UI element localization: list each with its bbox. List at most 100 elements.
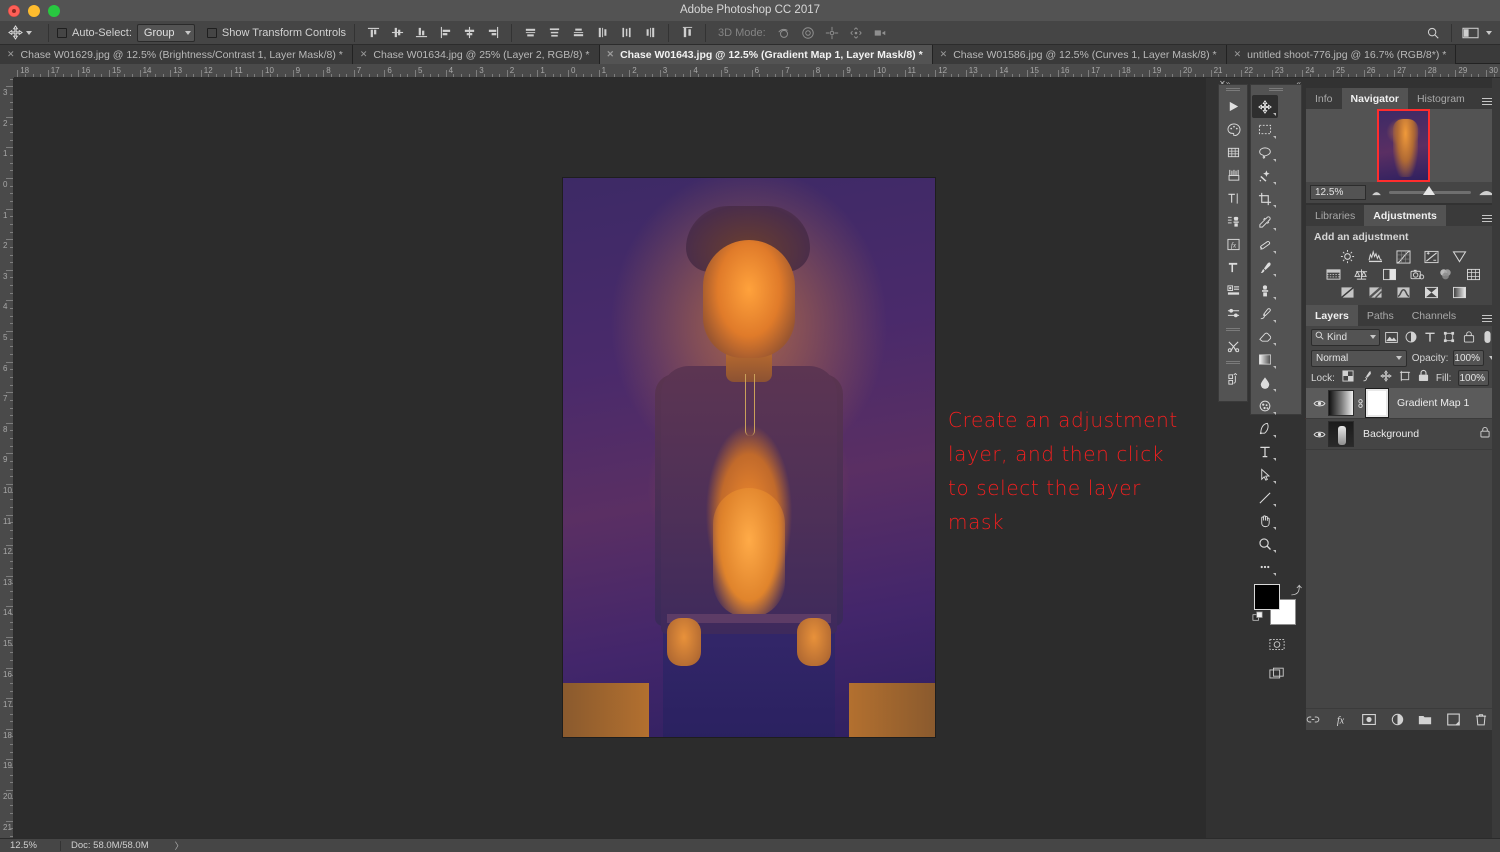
roll-3d-icon[interactable] [798,23,818,43]
channel-mixer-icon[interactable] [1437,267,1454,282]
layer-style-fx-icon[interactable]: fx [1334,713,1348,727]
layer-filter-kind-dropdown[interactable]: Kind [1311,329,1380,346]
document-tab-active[interactable]: ✕ Chase W01643.jpg @ 12.5% (Gradient Map… [600,45,933,64]
tab-navigator[interactable]: Navigator [1342,88,1408,109]
gradient-tool-icon[interactable] [1252,348,1278,371]
filter-adjustment-icon[interactable] [1404,330,1418,345]
layer-name[interactable]: Gradient Map 1 [1397,397,1469,409]
layer-thumbnail[interactable] [1328,421,1354,447]
tab-libraries[interactable]: Libraries [1306,205,1364,226]
palette-icon[interactable] [1221,118,1247,141]
quick-mask-icon[interactable] [1264,633,1290,656]
threshold-icon[interactable] [1395,285,1412,300]
layer-row-gradient-map[interactable]: Gradient Map 1 [1306,388,1500,419]
clone-stamp-icon[interactable] [1252,279,1278,302]
filter-smart-object-icon[interactable] [1462,330,1476,345]
color-swatches[interactable]: ⤴ [1252,584,1300,628]
layer-visibility-icon[interactable] [1310,399,1328,408]
orbit-3d-icon[interactable] [774,23,794,43]
pen-tool-icon[interactable] [1252,417,1278,440]
vibrance-icon[interactable] [1451,249,1468,264]
pan-3d-icon[interactable] [822,23,842,43]
color-balance-icon[interactable] [1353,267,1370,282]
move-tool-icon[interactable] [1252,95,1278,118]
zoom-out-small-icon[interactable] [1371,183,1382,201]
tab-paths[interactable]: Paths [1358,305,1403,326]
horizontal-ruler[interactable]: 1817161514131211109876543210123456789101… [0,64,1500,78]
show-transform-controls-group[interactable]: Show Transform Controls [207,27,346,39]
auto-select-scope-dropdown[interactable]: Group [137,24,195,42]
auto-select-checkbox[interactable] [57,28,67,38]
filter-shape-icon[interactable] [1442,330,1456,345]
navigator-zoom-controls[interactable]: 12.5% [1306,182,1500,202]
tool-preset-chevron-down-icon[interactable] [26,31,32,35]
mask-link-icon[interactable] [1354,397,1366,410]
eraser-tool-icon[interactable] [1252,325,1278,348]
lasso-tool-icon[interactable] [1252,141,1278,164]
hand-tool-icon[interactable] [1252,509,1278,532]
brightness-contrast-icon[interactable] [1339,249,1356,264]
fill-field[interactable]: 100% [1458,370,1489,386]
document-tab[interactable]: ✕ Chase W01586.jpg @ 12.5% (Curves 1, La… [933,45,1227,64]
selective-color-icon[interactable] [1423,285,1440,300]
type-tool-icon[interactable] [1221,187,1247,210]
more-tools-icon[interactable] [1252,555,1278,578]
distribute-right-edges-icon[interactable] [640,23,660,43]
layer-name[interactable]: Background [1363,428,1419,440]
document-tab[interactable]: ✕ Chase W01629.jpg @ 12.5% (Brightness/C… [0,45,353,64]
layer-mask-thumbnail[interactable] [1366,389,1388,417]
fx-icon[interactable]: fx [1221,233,1247,256]
three-d-mode-controls[interactable] [774,23,890,43]
align-controls[interactable] [363,23,503,43]
link-layers-icon[interactable] [1306,713,1320,727]
horizontal-type-icon[interactable] [1252,440,1278,463]
tab-info[interactable]: Info [1306,88,1342,109]
opacity-field[interactable]: 100% [1453,350,1484,366]
new-group-icon[interactable] [1418,713,1432,727]
scale-3d-icon[interactable] [870,23,890,43]
filter-type-icon[interactable] [1423,330,1437,345]
zoom-tool-icon[interactable] [1252,532,1278,555]
dodge-tool-icon[interactable] [1252,394,1278,417]
document-image[interactable] [563,178,935,737]
reset-icon[interactable] [1221,368,1247,391]
hue-saturation-icon[interactable] [1325,267,1342,282]
close-tab-icon[interactable]: ✕ [360,49,368,60]
align-right-edges-icon[interactable] [483,23,503,43]
distribute-vertical-centers-icon[interactable] [544,23,564,43]
invert-icon[interactable] [1339,285,1356,300]
zoom-slider-handle[interactable] [1423,186,1435,195]
line-tool-icon[interactable] [1252,486,1278,509]
align-left-edges-icon[interactable] [435,23,455,43]
active-tool-preset[interactable] [8,25,32,40]
navigator-preview[interactable] [1306,109,1500,182]
brushes-icon[interactable] [1221,164,1247,187]
close-tab-icon[interactable]: ✕ [1234,49,1242,60]
slide-3d-icon[interactable] [846,23,866,43]
align-bottom-edges-icon[interactable] [411,23,431,43]
layer-visibility-icon[interactable] [1310,430,1328,439]
healing-brush-icon[interactable] [1252,233,1278,256]
align-distribute-options-icon[interactable] [677,23,697,43]
grid-icon[interactable] [1221,141,1247,164]
gradient-map-icon[interactable] [1451,285,1468,300]
tab-channels[interactable]: Channels [1403,305,1465,326]
levels-icon[interactable] [1367,249,1384,264]
tab-adjustments[interactable]: Adjustments [1364,205,1446,226]
default-colors-icon[interactable] [1252,611,1265,629]
vertical-ruler[interactable]: 4321012345678910111213141516171819202122 [0,64,14,852]
paragraph-icon[interactable] [1221,256,1247,279]
tab-histogram[interactable]: Histogram [1408,88,1474,109]
brush-tool-icon[interactable] [1252,256,1278,279]
new-layer-icon[interactable] [1446,713,1460,727]
navigator-zoom-field[interactable]: 12.5% [1310,185,1366,200]
navigator-thumbnail[interactable] [1377,109,1430,182]
add-layer-mask-icon[interactable] [1362,713,1376,727]
panel-drag-handle[interactable] [1219,85,1247,94]
main-tool-panel[interactable]: ⤴ [1250,84,1302,415]
posterize-icon[interactable] [1367,285,1384,300]
color-lookup-icon[interactable] [1465,267,1482,282]
auto-select-group[interactable]: Auto-Select: Group [57,24,195,42]
eyedropper-icon[interactable] [1252,210,1278,233]
history-brush-icon[interactable] [1252,302,1278,325]
